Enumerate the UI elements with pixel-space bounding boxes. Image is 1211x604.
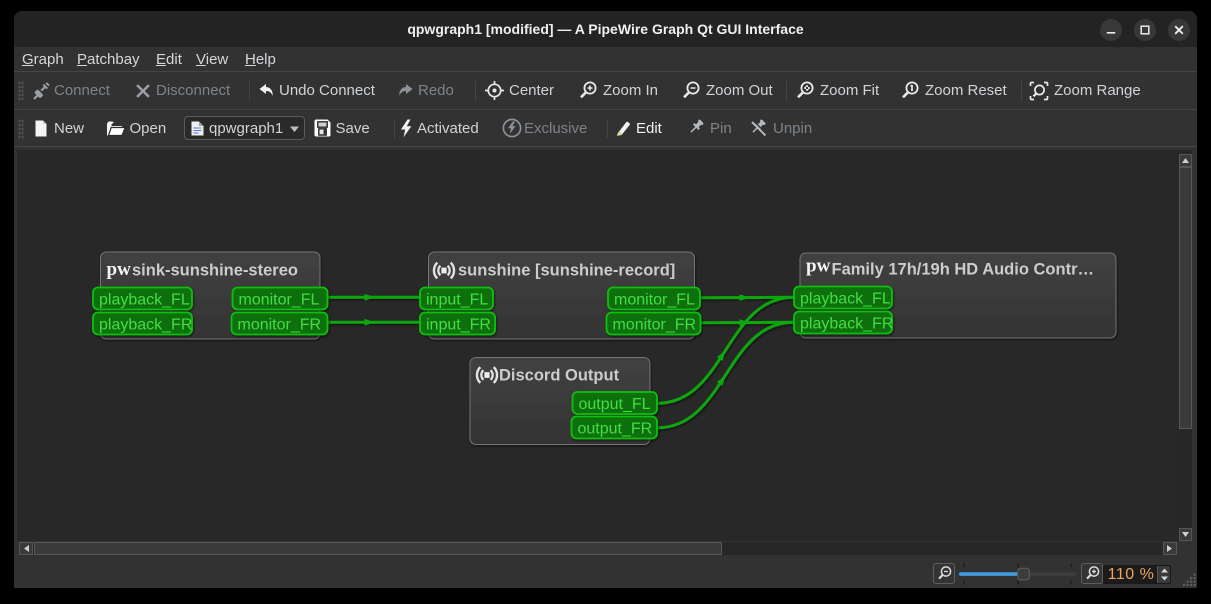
svg-text:pw: pw: [107, 259, 132, 280]
svg-text:monitor_FR: monitor_FR: [613, 317, 697, 334]
svg-text:sink-sunshine-stereo: sink-sunshine-stereo: [132, 262, 298, 280]
svg-text:monitor_FR: monitor_FR: [238, 317, 322, 334]
svg-text:sunshine [sunshine-record]: sunshine [sunshine-record]: [458, 262, 675, 280]
svg-text:input_FR: input_FR: [426, 317, 491, 334]
svg-text:output_FR: output_FR: [578, 421, 653, 438]
svg-text:input_FL: input_FL: [426, 292, 488, 309]
svg-text:Family 17h/19h HD Audio Contr…: Family 17h/19h HD Audio Contr…: [832, 261, 1095, 279]
svg-text:monitor_FL: monitor_FL: [239, 292, 320, 309]
svg-text:playback_FL: playback_FL: [99, 292, 190, 309]
svg-text:playback_FL: playback_FL: [800, 291, 891, 308]
svg-text:playback_FR: playback_FR: [800, 316, 893, 333]
svg-text:monitor_FL: monitor_FL: [614, 292, 695, 309]
svg-text:playback_FR: playback_FR: [99, 317, 192, 334]
svg-text:Discord Output: Discord Output: [499, 367, 620, 385]
svg-text:output_FL: output_FL: [579, 396, 651, 413]
svg-text:pw: pw: [806, 256, 831, 277]
